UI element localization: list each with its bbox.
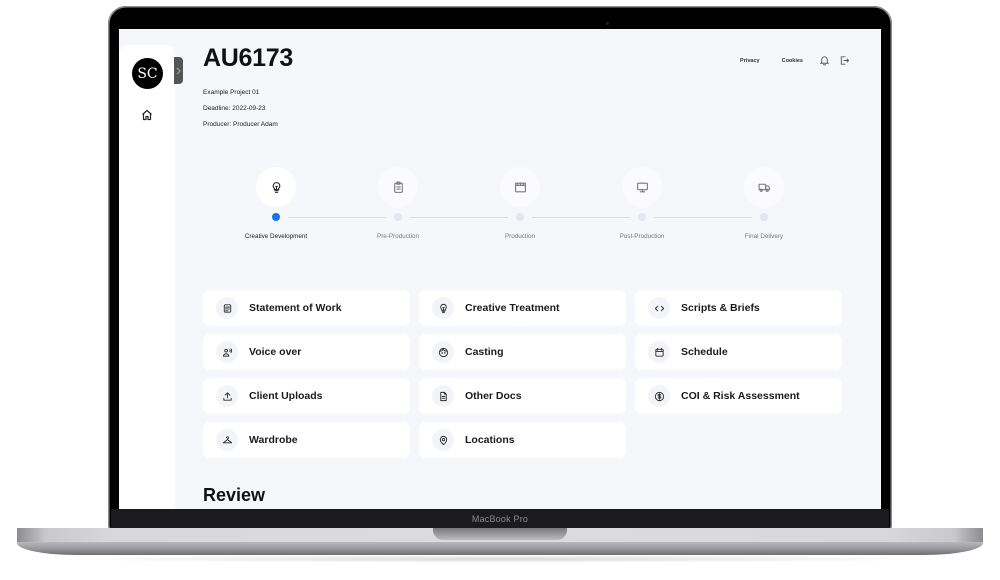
card-schedule[interactable]: Schedule [635,334,842,370]
chevron-right-icon [176,66,181,75]
lightbulb-icon [432,297,454,319]
step-label: Production [504,233,536,240]
truck-icon [758,181,771,194]
dollar-circle-icon [648,385,670,407]
card-other-docs[interactable]: Other Docs [419,378,626,414]
card-casting[interactable]: Casting [419,334,626,370]
card-label: Locations [465,434,515,446]
face-icon [432,341,454,363]
card-voice-over[interactable]: Voice over [203,334,410,370]
home-icon[interactable] [141,109,153,121]
monitor-icon [636,181,649,194]
clapperboard-icon [514,181,527,194]
stepper-connector [654,217,752,218]
card-locations[interactable]: Locations [419,422,626,458]
top-nav: Privacy Cookies [740,55,859,66]
page-title: AU6173 [203,44,293,72]
project-name: Example Project 01 [203,89,260,96]
upload-icon [216,385,238,407]
step-label: Pre-Production [377,233,419,240]
camera [606,22,609,25]
card-label: Scripts & Briefs [681,302,760,314]
step-label: Final Delivery [744,233,784,240]
card-label: Voice over [249,346,302,358]
bell-icon[interactable] [819,55,830,66]
calendar-icon [648,341,670,363]
project-deadline: Deadline: 2022-09-23 [203,105,266,112]
card-label: Client Uploads [249,390,323,402]
code-icon [648,297,670,319]
sidebar: SC [119,45,175,509]
step-icon-circle[interactable] [500,167,540,207]
clipboard-icon [392,181,405,194]
sidebar-collapse-button[interactable] [174,57,183,84]
step-dot [394,213,402,221]
card-coi-risk-assessment[interactable]: COI & Risk Assessment [635,378,842,414]
card-label: Casting [465,346,504,358]
card-scripts-briefs[interactable]: Scripts & Briefs [635,290,842,326]
stepper-connector [410,217,508,218]
stepper-connector [288,217,386,218]
step-icon-circle[interactable] [622,167,662,207]
card-client-uploads[interactable]: Client Uploads [203,378,410,414]
stepper-connector [532,217,630,218]
screen: SC AU6173 Example Project 01 Deadline: 2… [119,29,881,509]
review-heading: Review [203,485,266,505]
laptop-notch [433,528,567,540]
hanger-icon [216,429,238,451]
card-creative-treatment[interactable]: Creative Treatment [419,290,626,326]
step-icon-circle[interactable] [256,167,296,207]
card-label: Statement of Work [249,302,342,314]
project-producer: Producer: Producer Adam [203,121,278,128]
card-label: Schedule [681,346,728,358]
step-icon-circle[interactable] [744,167,784,207]
card-wardrobe[interactable]: Wardrobe [203,422,410,458]
card-label: Wardrobe [249,434,298,446]
location-pin-icon [432,429,454,451]
device-label: MacBook Pro [471,514,529,524]
laptop-base-edge [17,542,983,555]
document-icon [216,297,238,319]
avatar[interactable]: SC [132,58,163,89]
card-label: Other Docs [465,390,522,402]
step-dot [638,213,646,221]
step-label: Post-Production [619,233,665,240]
card-statement-of-work[interactable]: Statement of Work [203,290,410,326]
card-label: COI & Risk Assessment [681,390,800,402]
logout-icon[interactable] [839,55,850,66]
card-label: Creative Treatment [465,302,560,314]
voice-icon [216,341,238,363]
file-icon [432,385,454,407]
privacy-link[interactable]: Privacy [740,58,760,64]
lightbulb-icon [270,181,283,194]
cookies-link[interactable]: Cookies [782,58,803,64]
step-dot [516,213,524,221]
step-label: Creative Development [244,233,308,240]
step-dot [272,213,280,221]
step-dot [760,213,768,221]
step-icon-circle[interactable] [378,167,418,207]
laptop-shadow [60,555,940,563]
